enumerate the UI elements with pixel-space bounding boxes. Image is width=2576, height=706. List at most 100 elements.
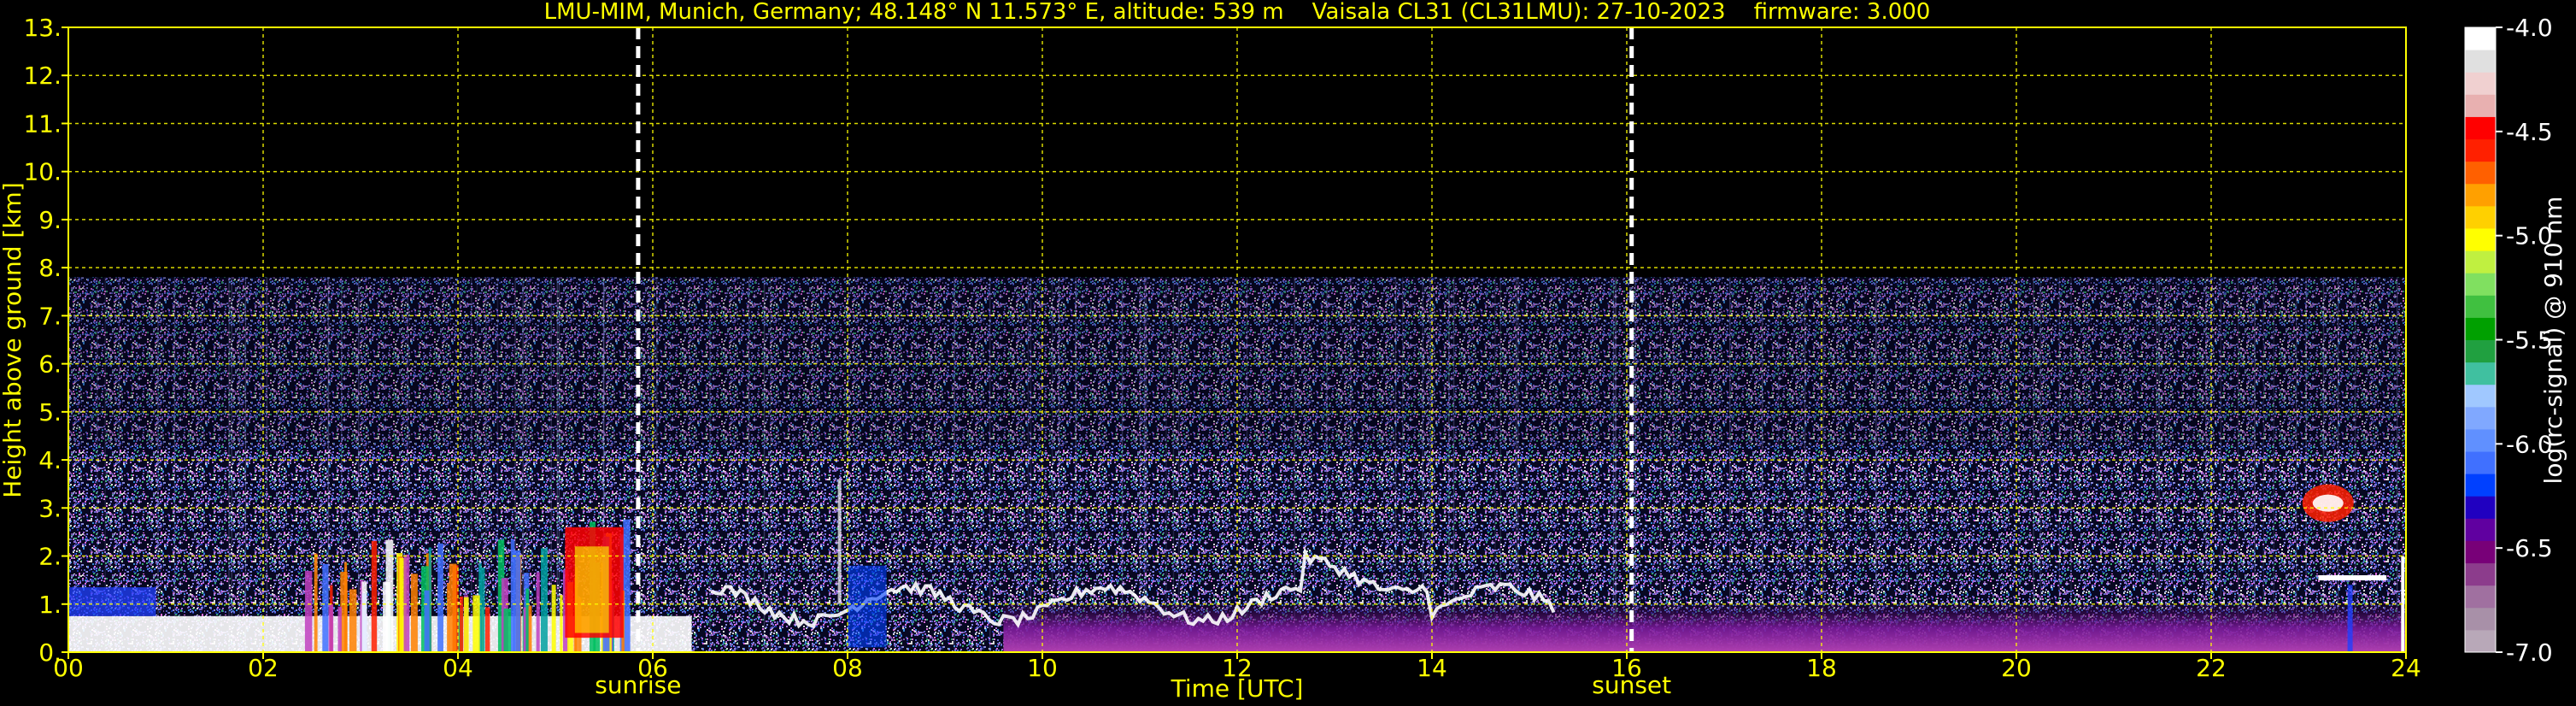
signal-streak	[1172, 277, 1175, 652]
y-tick-label: 1.	[38, 591, 62, 619]
convective-plume	[536, 572, 540, 652]
convective-plume	[525, 588, 530, 652]
signal-streak	[2305, 277, 2307, 652]
signal-streak	[556, 277, 559, 652]
signal-streak	[173, 277, 176, 652]
colorbar-swatch	[2465, 205, 2496, 229]
colorbar-swatch	[2465, 183, 2496, 207]
signal-streak	[1350, 277, 1352, 652]
signal-streak	[1494, 277, 1496, 652]
signal-streak	[1246, 277, 1248, 652]
signal-streak	[1875, 277, 1877, 652]
colorbar-swatch	[2465, 50, 2496, 73]
x-tick-label: 02	[248, 654, 279, 682]
y-axis-ticks: 0.1.2.3.4.5.6.7.8.9.10.11.12.13.	[23, 14, 68, 667]
colorbar-swatch	[2465, 384, 2496, 408]
signal-streak	[2205, 277, 2207, 652]
colorbar-swatch	[2465, 339, 2496, 363]
signal-streak	[2254, 277, 2256, 652]
signal-streak	[1499, 277, 1501, 652]
signal-streak	[1165, 277, 1167, 652]
colorbar-swatch	[2465, 585, 2496, 609]
convective-plume	[410, 574, 418, 652]
signal-streak	[2337, 277, 2339, 652]
signal-streak	[2158, 277, 2160, 652]
convective-plume	[449, 563, 457, 652]
signal-streak	[485, 277, 487, 652]
strong-plume-core	[574, 546, 609, 633]
signal-streak	[1729, 277, 1731, 652]
y-tick-label: 5.	[38, 398, 62, 427]
convective-plume	[447, 583, 450, 652]
precip-streak	[2347, 585, 2353, 652]
signal-streak	[2296, 277, 2297, 652]
colorbar-swatch	[2465, 72, 2496, 95]
x-tick-label: 08	[832, 654, 863, 682]
x-tick-label: 00	[53, 654, 84, 682]
colorbar-swatch	[2465, 227, 2496, 251]
y-tick-label: 7.	[38, 302, 62, 330]
signal-streak	[2033, 277, 2034, 652]
signal-streak	[1030, 277, 1032, 652]
x-tick-label: 24	[2391, 654, 2421, 682]
signal-streak	[1294, 277, 1295, 652]
x-axis-label: Time [UTC]	[1171, 674, 1304, 703]
signal-streak	[1659, 277, 1662, 652]
x-tick-label: 10	[1027, 654, 1058, 682]
y-tick-label: 6.	[38, 350, 62, 379]
convective-plume	[484, 607, 490, 652]
x-tick-label: 06	[637, 654, 668, 682]
convective-plume	[459, 596, 464, 652]
signal-streak	[1448, 277, 1450, 652]
colorbar-tick-label: -4.0	[2506, 14, 2553, 42]
signal-streak	[1672, 277, 1675, 652]
signal-streak	[1515, 277, 1517, 652]
signal-streak	[157, 277, 159, 652]
signal-streak	[1139, 277, 1141, 652]
convective-plume	[503, 609, 512, 652]
signal-streak	[748, 277, 750, 652]
convective-plume	[349, 589, 357, 652]
colorbar-swatch	[2465, 629, 2496, 653]
signal-streak	[228, 277, 230, 652]
colorbar-swatch	[2465, 27, 2496, 50]
cloud-spike	[837, 479, 842, 604]
convective-plume	[337, 606, 342, 652]
convective-plume	[541, 548, 548, 652]
convective-plume	[551, 585, 556, 652]
signal-streak	[2220, 277, 2222, 652]
colorbar-swatch	[2465, 94, 2496, 117]
signal-streak	[2322, 277, 2325, 652]
y-tick-label: 10.	[23, 158, 62, 186]
x-tick-label: 04	[443, 654, 473, 682]
x-tick-label: 16	[1611, 654, 1642, 682]
evening-cloud-core	[2312, 494, 2344, 512]
signal-streak	[2354, 277, 2356, 652]
signal-streak	[1326, 277, 1328, 652]
signal-streak	[231, 277, 233, 652]
signal-streak	[2273, 277, 2275, 652]
colorbar-swatch	[2465, 451, 2496, 474]
signal-streak	[1804, 277, 1806, 652]
colorbar-swatch	[2465, 250, 2496, 274]
signal-streak	[1121, 277, 1124, 652]
y-tick-label: 13.	[23, 14, 62, 42]
signal-streak	[709, 277, 711, 652]
convective-plume	[463, 597, 469, 652]
signal-streak	[2262, 277, 2265, 652]
colorbar-swatch	[2465, 607, 2496, 631]
signal-streak	[2396, 277, 2398, 652]
signal-streak	[954, 277, 956, 652]
x-tick-label: 22	[2196, 654, 2227, 682]
chart-title: LMU-MIM, Munich, Germany; 48.148° N 11.5…	[544, 0, 1931, 25]
signal-streak	[1634, 277, 1636, 652]
signal-streak	[1027, 277, 1030, 652]
convective-plume	[371, 540, 378, 652]
signal-streak	[1615, 277, 1617, 652]
colorbar-tick-label: -7.0	[2506, 638, 2553, 667]
colorbar-swatch	[2465, 317, 2496, 340]
signal-streak	[471, 277, 472, 652]
convective-plume	[328, 604, 334, 652]
boundary-layer-edge	[68, 587, 156, 616]
convective-plume	[344, 562, 348, 652]
